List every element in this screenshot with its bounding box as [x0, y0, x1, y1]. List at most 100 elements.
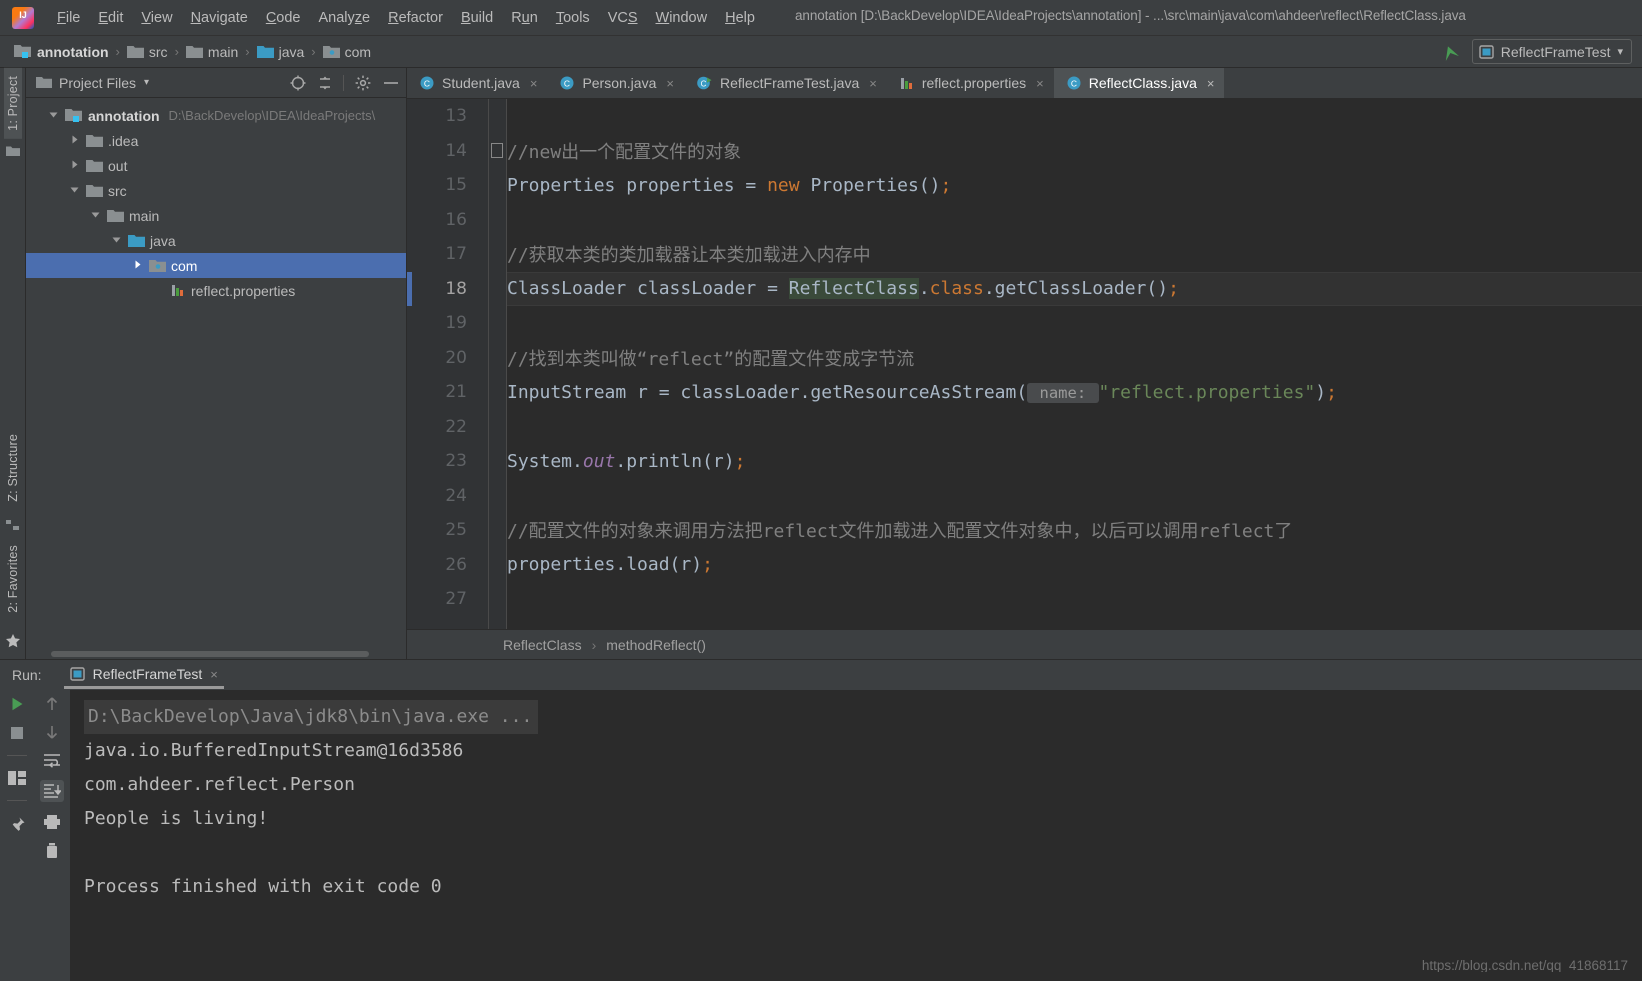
editor-tab-reflectclass-java[interactable]: C ReflectClass.java ×	[1053, 68, 1225, 98]
stop-icon[interactable]	[10, 726, 24, 740]
menu-item-analyze[interactable]: Analyze	[310, 7, 380, 29]
tree-node-out[interactable]: out	[26, 153, 406, 178]
tree-twisty-down-icon[interactable]	[111, 234, 124, 247]
breadcrumb-item-main[interactable]: main	[185, 44, 238, 60]
breadcrumb-item-java[interactable]: java	[256, 44, 304, 60]
editor-breadcrumb[interactable]: ReflectClass › methodReflect()	[407, 629, 1642, 659]
breadcrumb-method[interactable]: methodReflect()	[606, 637, 706, 653]
code-line-17[interactable]: 17 //获取本类的类加载器让本类加载进入内存中	[407, 237, 1642, 272]
close-icon[interactable]: ×	[1207, 76, 1215, 91]
sidebar-item-favorites[interactable]: 2: Favorites	[4, 537, 22, 621]
editor-tab-person-java[interactable]: C Person.java ×	[547, 68, 684, 98]
svg-text:C: C	[424, 78, 430, 88]
menu-item-edit[interactable]: Edit	[89, 7, 132, 29]
locate-target-icon[interactable]	[290, 75, 306, 91]
code-line-15[interactable]: 15 Properties properties = new Properties…	[407, 168, 1642, 203]
code-fold-icon[interactable]	[491, 142, 503, 158]
tree-node-main[interactable]: main	[26, 203, 406, 228]
hide-minimize-icon[interactable]	[382, 75, 400, 91]
editor-tab-reflectframetest-java[interactable]: C ReflectFrameTest.java ×	[684, 68, 887, 98]
line-number: 17	[445, 244, 467, 265]
tree-node-label: .idea	[108, 132, 139, 149]
close-icon[interactable]: ×	[210, 667, 218, 682]
tree-node-com[interactable]: com	[26, 253, 406, 278]
tree-twisty-right-icon[interactable]	[69, 134, 82, 147]
breadcrumb-separator-icon: ›	[174, 44, 179, 59]
project-file-tree[interactable]: annotation D:\BackDevelop\IDEA\IdeaProjec…	[26, 98, 406, 648]
code-line-21[interactable]: 21 InputStream r = classLoader.getResourc…	[407, 375, 1642, 410]
menu-item-tools[interactable]: Tools	[547, 7, 599, 29]
breadcrumb-item-com[interactable]: com	[322, 44, 371, 60]
breadcrumb-item-src[interactable]: src	[126, 44, 168, 60]
code-line-23[interactable]: 23 System.out.println(r);	[407, 444, 1642, 479]
code-line-24[interactable]: 24	[407, 479, 1642, 514]
breadcrumb-item-annotation[interactable]: annotation	[14, 44, 109, 60]
tree-twisty-right-icon[interactable]	[132, 259, 145, 272]
menu-item-window[interactable]: Window	[647, 7, 717, 29]
source-folder-icon	[128, 234, 145, 248]
folder-icon	[36, 76, 52, 89]
project-horizontal-scrollbar[interactable]	[26, 648, 406, 659]
menu-item-run[interactable]: Run	[502, 7, 547, 29]
menu-item-vcs[interactable]: VCS	[599, 7, 647, 29]
down-arrow-icon[interactable]	[45, 724, 59, 740]
tree-twisty-down-icon[interactable]	[69, 184, 82, 197]
run-session-tab[interactable]: ReflectFrameTest ×	[63, 663, 225, 689]
breadcrumb-class[interactable]: ReflectClass	[503, 637, 582, 653]
close-icon[interactable]: ×	[1036, 76, 1044, 91]
menu-item-help[interactable]: Help	[716, 7, 764, 29]
editor-tab-reflect-properties[interactable]: reflect.properties ×	[887, 68, 1054, 98]
code-editor[interactable]: 13 14 //new出一个配置文件的对象 15 Properties properti…	[407, 99, 1642, 629]
tree-twisty-right-icon[interactable]	[69, 159, 82, 172]
code-line-20[interactable]: 20 //找到本类叫做“reflect”的配置文件变成字节流	[407, 341, 1642, 376]
code-line-18[interactable]: 18 ClassLoader classLoader = ReflectClass…	[407, 271, 1642, 306]
soft-wrap-icon[interactable]	[43, 752, 61, 768]
console-output[interactable]: D:\BackDevelop\Java\jdk8\bin\java.exe ..…	[70, 690, 1642, 981]
code-line-27[interactable]: 27	[407, 582, 1642, 617]
sidebar-item-project[interactable]: 1: Project	[3, 68, 22, 139]
collapse-all-icon[interactable]	[317, 75, 333, 91]
tree-node-java[interactable]: java	[26, 228, 406, 253]
console-horizontal-scrollbar[interactable]	[70, 972, 1642, 981]
code-line-14[interactable]: 14 //new出一个配置文件的对象	[407, 134, 1642, 169]
pin-icon[interactable]	[9, 816, 26, 833]
code-line-19[interactable]: 19	[407, 306, 1642, 341]
sidebar-item-structure[interactable]: Z: Structure	[4, 426, 22, 510]
menu-item-code[interactable]: Code	[257, 7, 310, 29]
code-line-16[interactable]: 16	[407, 203, 1642, 238]
menu-item-file[interactable]: File	[48, 7, 89, 29]
code-line-26[interactable]: 26 properties.load(r);	[407, 548, 1642, 583]
layout-icon[interactable]	[8, 771, 26, 785]
scroll-to-end-icon[interactable]	[40, 780, 64, 802]
code-line-22[interactable]: 22	[407, 410, 1642, 445]
tree-twisty-down-icon[interactable]	[48, 109, 61, 122]
rerun-play-icon[interactable]	[9, 696, 25, 712]
close-icon[interactable]: ×	[869, 76, 877, 91]
menu-item-build[interactable]: Build	[452, 7, 502, 29]
trash-icon[interactable]	[44, 842, 60, 859]
chevron-down-icon[interactable]: ▾	[1617, 45, 1623, 58]
svg-text:C: C	[701, 79, 707, 88]
folder-icon	[126, 45, 144, 59]
close-icon[interactable]: ×	[666, 76, 674, 91]
code-line-25[interactable]: 25 //配置文件的对象来调用方法把reflect文件加载进入配置文件对象中，以后…	[407, 513, 1642, 548]
tree-node--idea[interactable]: .idea	[26, 128, 406, 153]
close-icon[interactable]: ×	[530, 76, 538, 91]
menu-item-navigate[interactable]: Navigate	[182, 7, 257, 29]
tree-node-src[interactable]: src	[26, 178, 406, 203]
editor-tab-student-java[interactable]: C Student.java ×	[407, 68, 547, 98]
tree-node-reflect-properties[interactable]: reflect.properties	[26, 278, 406, 303]
code-line-13[interactable]: 13	[407, 99, 1642, 134]
tree-node-annotation[interactable]: annotation D:\BackDevelop\IDEA\IdeaProjec…	[26, 103, 406, 128]
navigate-back-arrow-icon[interactable]	[1438, 41, 1462, 63]
menu-item-view[interactable]: View	[132, 7, 181, 29]
settings-gear-icon[interactable]	[355, 75, 371, 91]
chevron-down-icon[interactable]: ▾	[144, 77, 149, 88]
tree-twisty-down-icon[interactable]	[90, 209, 103, 222]
print-icon[interactable]	[43, 814, 61, 830]
folder-icon	[5, 145, 20, 157]
menu-item-refactor[interactable]: Refactor	[379, 7, 452, 29]
editor-tab-bar: C Student.java × C Person.java × C ReflectFrame…	[407, 68, 1642, 99]
run-configuration-selector[interactable]: ReflectFrameTest ▾	[1471, 39, 1632, 64]
up-arrow-icon[interactable]	[45, 696, 59, 712]
